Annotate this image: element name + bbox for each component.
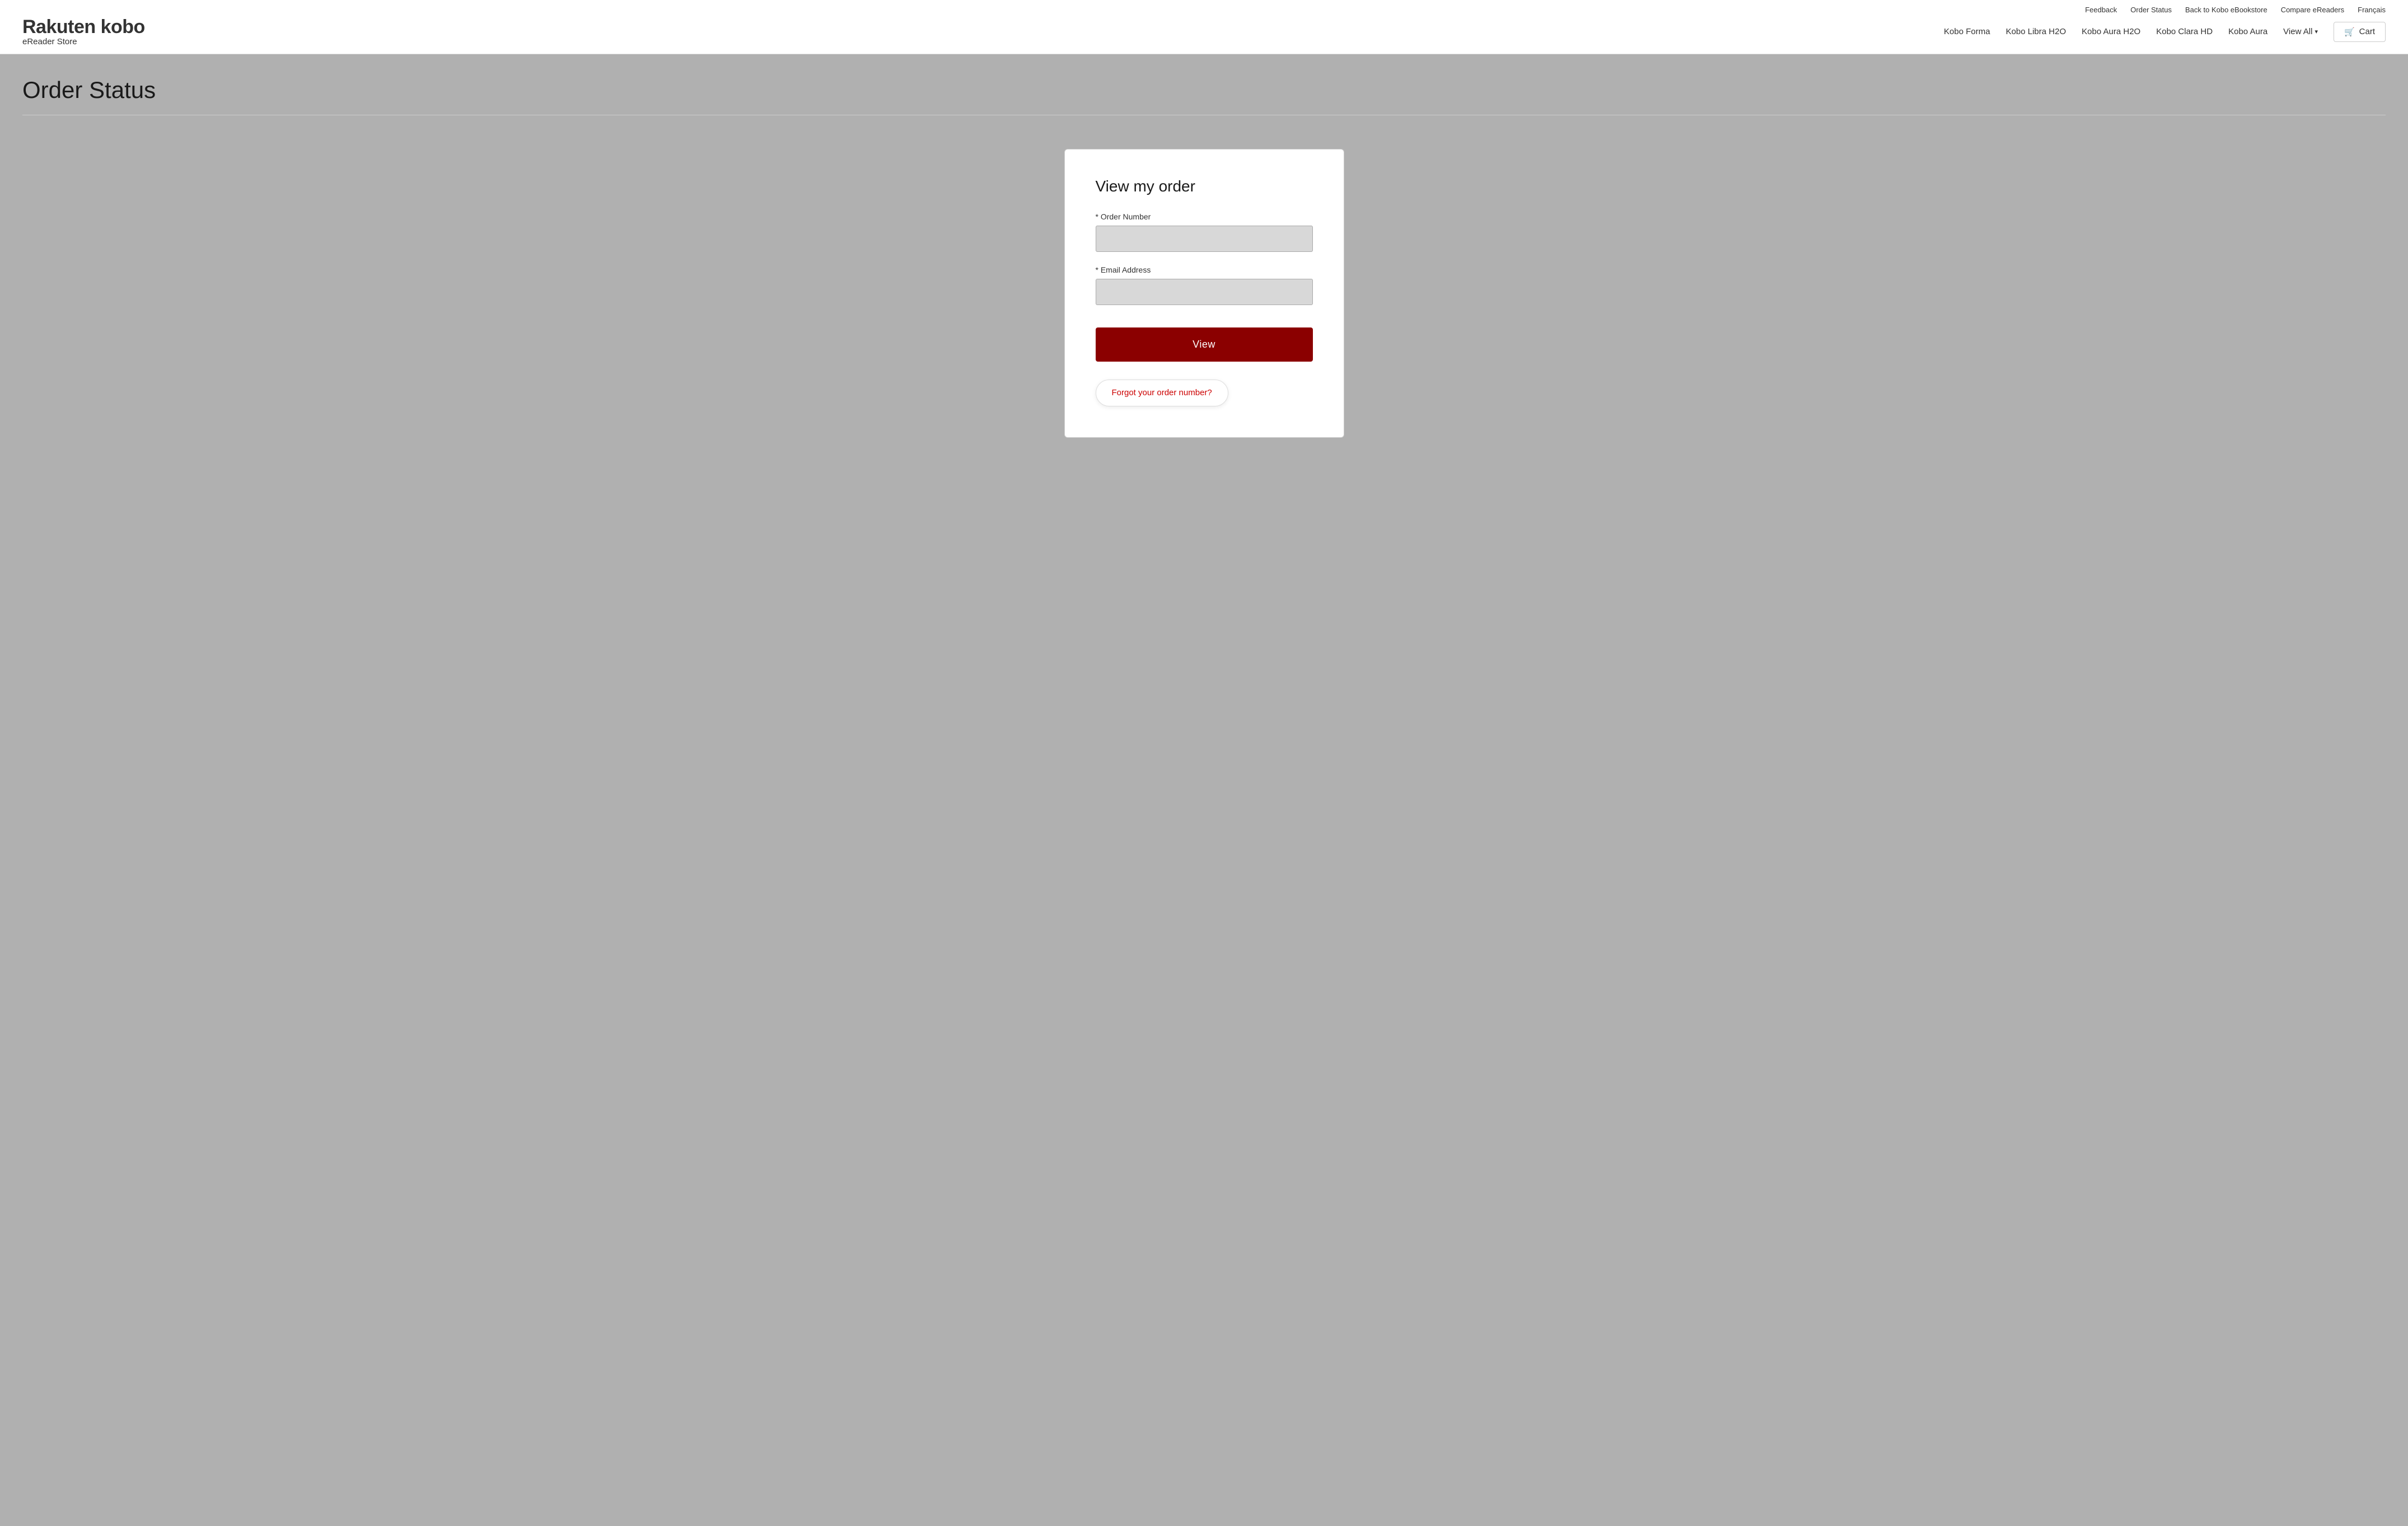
forgot-order-bubble: Forgot your order number? (1096, 380, 1228, 406)
form-title: View my order (1096, 177, 1313, 195)
form-card-wrapper: View my order * Order Number * Email Add… (22, 149, 2386, 438)
order-form-card: View my order * Order Number * Email Add… (1064, 149, 1344, 438)
logo[interactable]: Rakuten kobo eReader Store (22, 17, 145, 46)
order-number-input[interactable] (1096, 226, 1313, 252)
chevron-down-icon: ▾ (2315, 28, 2318, 35)
view-all-label: View All (2283, 27, 2312, 36)
page-title: Order Status (22, 77, 2386, 104)
kobo-text: kobo (101, 16, 145, 38)
top-navigation: Feedback Order Status Back to Kobo eBook… (22, 0, 2386, 17)
cart-label: Cart (2359, 27, 2375, 36)
rakuten-text: Rakuten (22, 16, 96, 38)
order-number-label: * Order Number (1096, 212, 1313, 221)
cart-icon: 🛒 (2344, 27, 2355, 37)
view-all-button[interactable]: View All ▾ (2283, 27, 2318, 36)
language-link[interactable]: Français (2358, 6, 2386, 14)
nav-kobo-aura-h2o[interactable]: Kobo Aura H2O (2082, 27, 2140, 36)
order-number-group: * Order Number (1096, 212, 1313, 252)
site-header: Feedback Order Status Back to Kobo eBook… (0, 0, 2408, 54)
back-to-kobo-link[interactable]: Back to Kobo eBookstore (2185, 6, 2267, 14)
logo-subtitle: eReader Store (22, 38, 145, 46)
email-input[interactable] (1096, 279, 1313, 305)
nav-kobo-clara[interactable]: Kobo Clara HD (2156, 27, 2213, 36)
email-group: * Email Address (1096, 265, 1313, 305)
view-button[interactable]: View (1096, 327, 1313, 362)
feedback-link[interactable]: Feedback (2085, 6, 2117, 14)
nav-kobo-aura[interactable]: Kobo Aura (2228, 27, 2267, 36)
header-main: Rakuten kobo eReader Store Kobo Forma Ko… (22, 17, 2386, 54)
nav-kobo-forma[interactable]: Kobo Forma (1944, 27, 1990, 36)
cart-button[interactable]: 🛒 Cart (2334, 22, 2386, 42)
compare-ereaders-link[interactable]: Compare eReaders (2281, 6, 2344, 14)
main-navigation: Kobo Forma Kobo Libra H2O Kobo Aura H2O … (1944, 22, 2386, 42)
nav-kobo-libra[interactable]: Kobo Libra H2O (2006, 27, 2066, 36)
order-status-link[interactable]: Order Status (2130, 6, 2172, 14)
logo-text: Rakuten kobo (22, 17, 145, 36)
forgot-order-link[interactable]: Forgot your order number? (1112, 388, 1212, 397)
page-content: Order Status View my order * Order Numbe… (0, 54, 2408, 460)
email-label: * Email Address (1096, 265, 1313, 274)
